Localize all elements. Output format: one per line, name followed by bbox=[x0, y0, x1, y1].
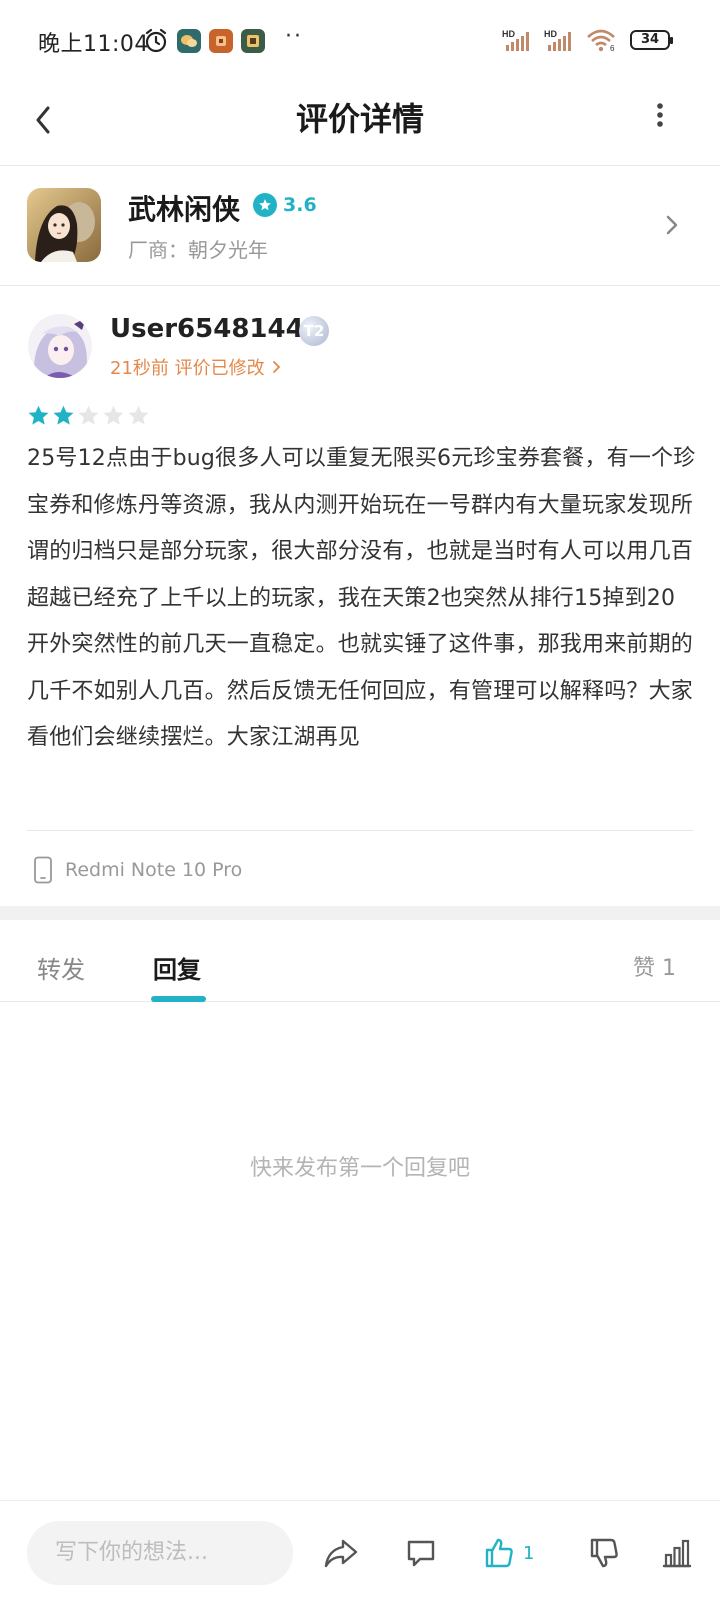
game-icon bbox=[27, 188, 101, 262]
alarm-icon bbox=[145, 28, 167, 53]
empty-state-message: 快来发布第一个回复吧 bbox=[249, 1156, 470, 1181]
stats-button[interactable] bbox=[661, 1533, 693, 1573]
chevron-right-icon bbox=[666, 215, 678, 235]
game-name: 武林闲侠 bbox=[128, 193, 241, 226]
tab-likes[interactable]: 赞 1 bbox=[633, 950, 676, 982]
comment-button[interactable] bbox=[405, 1533, 437, 1573]
share-icon bbox=[324, 1539, 358, 1568]
top-navigation-bar: 评价详情 bbox=[0, 84, 720, 166]
comment-icon bbox=[407, 1540, 435, 1567]
signal-icon-2: HD bbox=[544, 29, 571, 51]
device-name: Redmi Note 10 Pro bbox=[65, 859, 243, 881]
review-star-rating bbox=[27, 404, 150, 427]
app-notification-icon bbox=[241, 29, 265, 53]
more-options-button[interactable] bbox=[650, 100, 670, 130]
review-body: 25号12点由于bug很多人可以重复无限买6元珍宝券套餐，有一个珍宝券和修炼丹等… bbox=[27, 446, 696, 750]
tab-active-indicator bbox=[151, 996, 206, 1002]
device-info: Redmi Note 10 Pro bbox=[33, 856, 242, 884]
svg-text:HD: HD bbox=[544, 29, 557, 39]
chevron-right-icon bbox=[273, 361, 281, 373]
avatar[interactable] bbox=[28, 314, 92, 378]
wechat-notification-icon bbox=[177, 29, 201, 53]
star-empty-icon bbox=[128, 405, 149, 425]
status-icons-right: HD HD 6 34 bbox=[502, 28, 673, 52]
star-filled-icon bbox=[53, 405, 74, 425]
like-button[interactable]: 1 bbox=[483, 1533, 534, 1573]
game-info-row[interactable]: 武林闲侠 3.6 厂商：朝夕光年 bbox=[0, 166, 720, 286]
review-meta[interactable]: 21秒前 评价已修改 bbox=[110, 354, 282, 380]
review-meta-text: 21秒前 评价已修改 bbox=[110, 358, 265, 379]
rating-value: 3.6 bbox=[283, 194, 317, 216]
review-username[interactable]: User65481442 bbox=[110, 314, 322, 344]
game-vendor: 厂商：朝夕光年 bbox=[128, 238, 268, 262]
bottom-action-bar: 写下你的想法... 1 bbox=[0, 1500, 720, 1600]
page-title: 评价详情 bbox=[295, 100, 424, 138]
divider bbox=[27, 830, 693, 831]
dislike-button[interactable] bbox=[588, 1533, 620, 1573]
star-filled-icon bbox=[28, 405, 49, 425]
share-button[interactable] bbox=[323, 1533, 359, 1573]
bar-chart-icon bbox=[662, 1539, 692, 1568]
like-count: 1 bbox=[523, 1542, 535, 1564]
svg-text:HD: HD bbox=[502, 29, 515, 39]
phone-icon bbox=[34, 856, 52, 884]
svg-text:6: 6 bbox=[610, 44, 615, 52]
wifi-icon: 6 bbox=[587, 29, 615, 52]
user-level-badge: T2 bbox=[299, 316, 329, 346]
thumbs-down-icon bbox=[590, 1538, 618, 1568]
status-time: 晚上11:04 bbox=[38, 32, 149, 57]
battery-icon: 34 bbox=[630, 30, 673, 50]
status-bar: 晚上11:04 ·· HD HD 6 34 bbox=[0, 0, 720, 84]
more-notifications-dots: ·· bbox=[285, 24, 303, 49]
tab-reply[interactable]: 回复 bbox=[153, 950, 201, 985]
star-badge-icon bbox=[253, 193, 277, 217]
star-empty-icon bbox=[103, 405, 124, 425]
game-rating: 3.6 bbox=[253, 193, 317, 217]
section-separator bbox=[0, 906, 720, 920]
tab-bar: 转发 回复 赞 1 bbox=[0, 920, 720, 1002]
tab-forward[interactable]: 转发 bbox=[37, 950, 85, 985]
game-notification-icon bbox=[209, 29, 233, 53]
signal-icon: HD bbox=[502, 29, 529, 51]
status-icons-left bbox=[143, 28, 265, 54]
thumbs-up-icon bbox=[485, 1538, 513, 1568]
review-card: User65481442 T2 21秒前 评价已修改 25号12点由于bug很多… bbox=[0, 286, 720, 906]
star-empty-icon bbox=[78, 405, 99, 425]
comment-input[interactable]: 写下你的想法... bbox=[27, 1521, 293, 1585]
